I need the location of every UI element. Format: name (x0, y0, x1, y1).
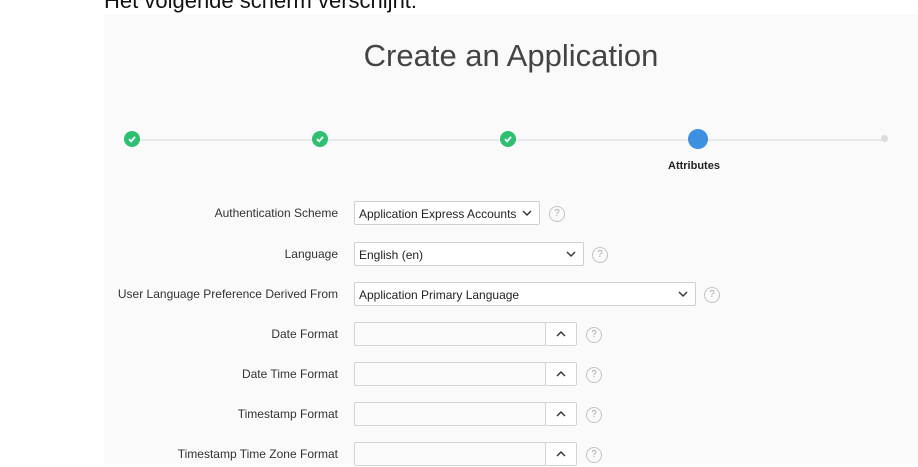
chevron-up-icon (556, 411, 566, 417)
step-1-complete[interactable] (124, 131, 140, 147)
timestamp-time-zone-format-label: Timestamp Time Zone Format (177, 447, 338, 461)
date-time-format-picker-button[interactable] (545, 362, 577, 386)
date-time-format-row: Date Time Format ? (104, 361, 918, 387)
help-icon[interactable]: ? (586, 447, 602, 463)
help-icon[interactable]: ? (586, 367, 602, 383)
create-application-wizard: Create an Application Attributes Authent… (104, 14, 918, 467)
page-title: Create an Application (363, 38, 659, 73)
date-format-input[interactable] (354, 322, 546, 346)
help-icon[interactable]: ? (592, 247, 608, 263)
step-5-pending (881, 135, 888, 142)
check-icon (504, 136, 512, 143)
authentication-scheme-row: Authentication Scheme Application Expres… (104, 200, 918, 226)
language-row: Language English (en) ? (104, 241, 918, 267)
timestamp-time-zone-format-picker-button[interactable] (545, 442, 577, 466)
chevron-up-icon (556, 451, 566, 457)
timestamp-time-zone-format-input[interactable] (354, 442, 546, 466)
date-format-label: Date Format (271, 327, 338, 341)
timestamp-format-row: Timestamp Format ? (104, 401, 918, 427)
user-language-preference-label: User Language Preference Derived From (117, 287, 338, 301)
timestamp-format-picker-button[interactable] (545, 402, 577, 426)
chevron-down-icon (678, 291, 688, 297)
language-value: English (en) (359, 248, 424, 262)
date-format-picker-button[interactable] (545, 322, 577, 346)
timestamp-format-label: Timestamp Format (237, 407, 338, 421)
chevron-down-icon (566, 251, 576, 257)
step-3-complete[interactable] (500, 131, 516, 147)
help-icon[interactable]: ? (549, 206, 565, 222)
authentication-scheme-value: Application Express Accounts (359, 207, 517, 221)
authentication-scheme-label: Authentication Scheme (214, 206, 338, 220)
timestamp-format-input[interactable] (354, 402, 546, 426)
help-icon[interactable]: ? (586, 407, 602, 423)
instruction-text: Het volgende scherm verschijnt: (104, 0, 418, 13)
step-4-label: Attributes (668, 160, 720, 172)
timestamp-time-zone-format-row: Timestamp Time Zone Format ? (104, 441, 918, 467)
chevron-up-icon (556, 371, 566, 377)
language-label: Language (284, 247, 338, 261)
check-icon (128, 136, 136, 143)
check-icon (316, 136, 324, 143)
language-select[interactable]: English (en) (354, 242, 584, 266)
help-icon[interactable]: ? (586, 327, 602, 343)
step-4-current[interactable] (688, 129, 708, 149)
chevron-up-icon (556, 331, 566, 337)
date-time-format-input[interactable] (354, 362, 546, 386)
user-language-preference-select[interactable]: Application Primary Language (354, 282, 696, 306)
date-format-row: Date Format ? (104, 321, 918, 347)
authentication-scheme-select[interactable]: Application Express Accounts (354, 201, 540, 225)
chevron-down-icon (522, 210, 532, 216)
user-language-preference-row: User Language Preference Derived From Ap… (104, 281, 918, 307)
date-time-format-label: Date Time Format (241, 367, 338, 381)
user-language-preference-value: Application Primary Language (359, 288, 520, 302)
step-2-complete[interactable] (312, 131, 328, 147)
help-icon[interactable]: ? (704, 287, 720, 303)
